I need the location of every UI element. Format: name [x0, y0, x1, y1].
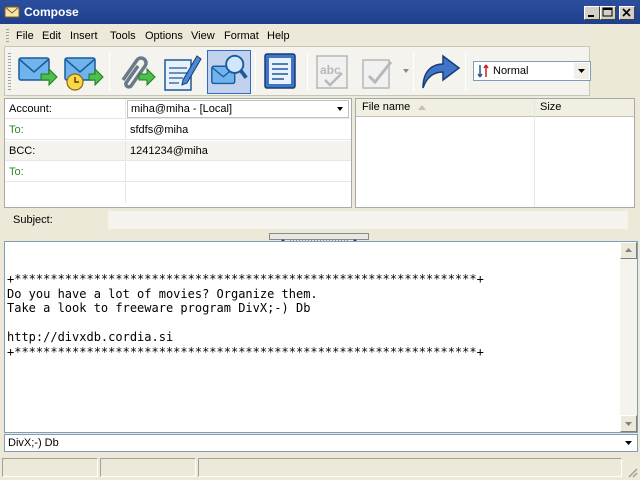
bcc-field[interactable]: 1241234@miha [130, 145, 208, 157]
chevron-down-icon[interactable] [403, 69, 409, 73]
bcc-row[interactable]: BCC: 1241234@miha [5, 141, 351, 161]
menu-file[interactable]: File [16, 30, 34, 42]
header-fields: Account: miha@miha - [Local] To: sfdfs@m… [4, 98, 352, 208]
priority-value: Normal [493, 65, 529, 77]
toolbar-separator [413, 53, 414, 91]
account-dropdown-button[interactable] [333, 102, 347, 116]
attachments-list[interactable]: File name Size [355, 98, 635, 208]
divider [125, 99, 126, 119]
attach-button[interactable] [113, 50, 157, 94]
attachments-header: File name Size [356, 99, 634, 117]
account-select[interactable]: miha@miha - [Local] [127, 100, 349, 118]
menu-grip[interactable] [6, 29, 9, 43]
bcc-label: BCC: [9, 145, 36, 157]
toolbar-separator [307, 53, 308, 91]
close-button[interactable] [619, 6, 635, 20]
notes-icon [264, 53, 296, 89]
subject-input[interactable] [108, 211, 628, 229]
to-row[interactable]: To: sfdfs@miha [5, 120, 351, 140]
forward-button[interactable] [417, 50, 461, 94]
status-panel [198, 458, 622, 477]
signature-select[interactable]: DivX;-) Db [4, 434, 638, 452]
edit-button[interactable] [159, 50, 203, 94]
account-row: Account: miha@miha - [Local] [5, 99, 351, 119]
toolbar: abc Normal [4, 46, 591, 96]
divider [125, 162, 126, 182]
to-row-empty[interactable]: To: [5, 162, 351, 182]
toolbar-grip[interactable] [8, 53, 11, 91]
title-bar: Compose [0, 0, 640, 24]
to-field[interactable]: sfdfs@miha [130, 124, 188, 136]
forward-icon [422, 54, 461, 89]
maximize-button[interactable] [600, 6, 616, 20]
priority-select[interactable]: Normal [473, 61, 591, 81]
sign-icon [362, 59, 393, 89]
to-label: To: [9, 124, 24, 136]
edit-icon [164, 55, 202, 91]
status-panel [100, 458, 196, 477]
minimize-button[interactable] [584, 6, 600, 20]
vertical-scrollbar[interactable] [620, 242, 637, 432]
status-panel [2, 458, 98, 477]
empty-row[interactable] [5, 183, 351, 203]
divider [125, 183, 126, 203]
scroll-up-button[interactable] [620, 242, 637, 259]
column-header-file-name[interactable]: File name [362, 101, 410, 113]
menu-options[interactable]: Options [145, 30, 183, 42]
menu-edit[interactable]: Edit [42, 30, 61, 42]
to-label: To: [9, 166, 24, 178]
sort-up-icon [418, 105, 426, 110]
chevron-down-icon [578, 69, 585, 73]
priority-icon [477, 64, 489, 78]
attach-icon [121, 56, 156, 89]
chevron-down-icon [625, 441, 632, 445]
toolbar-separator [465, 53, 466, 91]
window-title: Compose [24, 5, 79, 19]
signature-value: DivX;-) Db [8, 437, 59, 449]
menu-tools[interactable]: Tools [110, 30, 136, 42]
splitter-handle[interactable] [269, 233, 369, 242]
menu-format[interactable]: Format [224, 30, 259, 42]
priority-dropdown-button[interactable] [574, 63, 589, 79]
address-book-button[interactable] [207, 50, 251, 94]
message-body[interactable]: +***************************************… [4, 241, 638, 433]
resize-grip-icon[interactable] [626, 466, 638, 478]
send-icon [18, 57, 58, 87]
column-header-size[interactable]: Size [540, 101, 561, 113]
compose-app-icon [4, 6, 20, 18]
status-bar [0, 455, 640, 480]
spellcheck-button: abc [311, 50, 355, 94]
send-button[interactable] [15, 50, 59, 94]
account-label: Account: [9, 103, 52, 115]
divider [125, 120, 126, 140]
address-book-icon [211, 54, 248, 85]
signature-dropdown-button[interactable] [621, 436, 636, 450]
notes-button[interactable] [259, 50, 303, 94]
chevron-down-icon [625, 422, 632, 426]
spellcheck-icon: abc [316, 55, 348, 89]
chevron-up-icon [625, 248, 632, 252]
svg-text:abc: abc [320, 63, 341, 77]
message-text[interactable]: +***************************************… [7, 272, 617, 359]
send-later-icon [64, 57, 104, 91]
column-divider [534, 99, 535, 207]
toolbar-separator [255, 53, 256, 91]
menu-bar: File Edit Insert Tools Options View Form… [0, 24, 640, 46]
scroll-down-button[interactable] [620, 415, 637, 432]
chevron-down-icon [337, 107, 343, 111]
subject-label: Subject: [13, 214, 53, 226]
divider [125, 141, 126, 161]
menu-insert[interactable]: Insert [70, 30, 98, 42]
toolbar-separator [109, 53, 110, 91]
send-later-button[interactable] [61, 50, 105, 94]
menu-view[interactable]: View [191, 30, 215, 42]
account-value: miha@miha - [Local] [131, 103, 233, 115]
menu-help[interactable]: Help [267, 30, 290, 42]
sign-button [357, 50, 401, 94]
